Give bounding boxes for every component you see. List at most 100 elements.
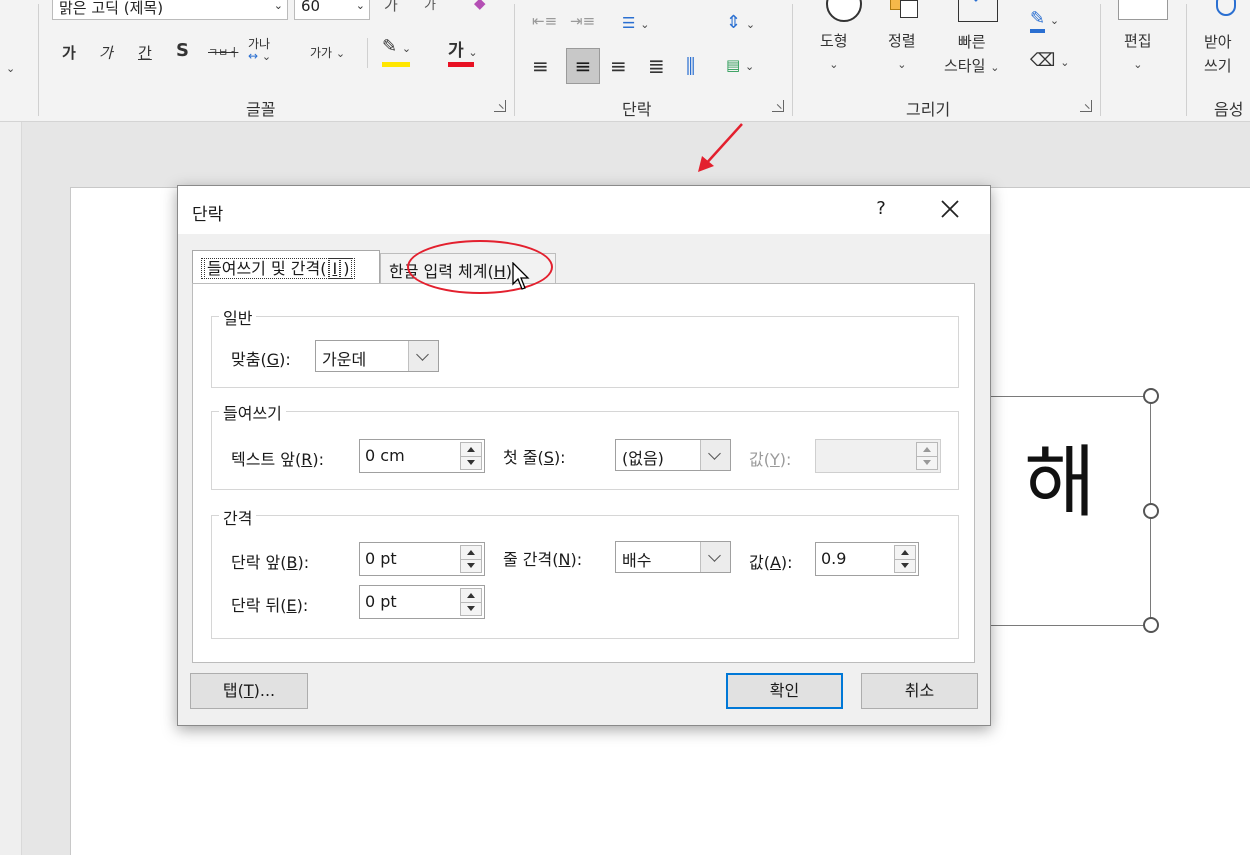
- tab-indents-spacing[interactable]: 들여쓰기 및 간격(I): [192, 250, 380, 284]
- close-icon: [941, 200, 959, 218]
- quick-style-line1: 빠른: [957, 33, 986, 51]
- cancel-button[interactable]: 취소: [861, 673, 978, 709]
- mouse-pointer-icon: [512, 262, 530, 290]
- highlighter-icon: ✎: [382, 36, 398, 57]
- by-spinner[interactable]: [815, 439, 941, 473]
- dictate-button[interactable]: 받아 쓰기: [1204, 30, 1232, 78]
- paragraph-group-label: 단락: [622, 100, 652, 119]
- dialog-title: 단락: [192, 205, 224, 225]
- ribbon-separator: [792, 4, 793, 116]
- first-line-dropdown[interactable]: (없음): [615, 439, 731, 471]
- decrease-indent-button[interactable]: ⇤≡: [532, 12, 557, 30]
- paint-bucket-icon: ✎: [1030, 8, 1046, 33]
- change-case-label: 가가: [310, 46, 333, 60]
- dialog-titlebar[interactable]: 단락 ?: [178, 186, 990, 234]
- font-name-value: 맑은 고딕 (제목): [59, 0, 164, 17]
- help-button[interactable]: ?: [866, 194, 896, 224]
- grow-font-button[interactable]: 가: [384, 0, 398, 15]
- bold-button[interactable]: 가: [62, 42, 76, 63]
- justify-button[interactable]: ≣: [648, 54, 665, 78]
- close-button[interactable]: [930, 192, 970, 226]
- font-name-combo[interactable]: 맑은 고딕 (제목) ⌄: [52, 0, 288, 20]
- tabs-button[interactable]: 탭(T)...: [190, 673, 308, 709]
- general-legend: 일반: [219, 305, 257, 329]
- quick-style-icon: [958, 0, 998, 22]
- paragraph-dialog: 단락 ? 들여쓰기 및 간격(I) 한글 입력 체계(H) 일반 맞춤(G): …: [177, 185, 991, 726]
- resize-handle[interactable]: [1143, 617, 1159, 633]
- before-text-value: 0 cm: [365, 446, 405, 465]
- spacing-before-spinner[interactable]: 0 pt: [359, 542, 485, 576]
- highlight-color-bar: [382, 62, 410, 67]
- align-left-button[interactable]: ≡: [532, 54, 549, 78]
- dictate-line2: 쓰기: [1204, 57, 1232, 75]
- eraser-icon: ⌫: [1030, 50, 1056, 71]
- alignment-value: 가운데: [322, 350, 367, 369]
- spacing-after-label: 단락 뒤(E):: [231, 596, 309, 615]
- annotation-arrow: [698, 123, 743, 172]
- font-dialog-launcher[interactable]: [494, 100, 506, 112]
- dictate-line1: 받아: [1204, 33, 1232, 51]
- ok-button[interactable]: 확인: [726, 673, 843, 709]
- shapes-button[interactable]: 도형 ⌄: [820, 30, 848, 76]
- align-text-button[interactable]: ▤ ⌄: [726, 56, 754, 74]
- spin-arrows-icon[interactable]: [916, 442, 938, 470]
- ribbon-separator: [1186, 4, 1187, 116]
- arrange-icon: [890, 0, 922, 22]
- before-text-spinner[interactable]: 0 cm: [359, 439, 485, 473]
- distributed-button[interactable]: ⫼: [686, 54, 695, 78]
- line-spacing-value: 배수: [622, 551, 652, 570]
- shrink-font-button[interactable]: 가: [424, 0, 436, 13]
- spin-arrows-icon[interactable]: [460, 545, 482, 573]
- clear-format-button[interactable]: ◆: [474, 0, 486, 12]
- shape-outline-button[interactable]: ⌫ ⌄: [1030, 50, 1069, 71]
- strikethrough-button[interactable]: ㅋㅂㅓ: [208, 44, 238, 60]
- first-line-value: (없음): [622, 449, 664, 468]
- ribbon-separator: [1100, 4, 1101, 116]
- char-spacing-button[interactable]: 가나 ↔ ⌄: [248, 38, 271, 63]
- font-color-button[interactable]: 가 ⌄: [448, 36, 478, 67]
- chevron-down-icon: [700, 542, 730, 572]
- spacing-after-spinner[interactable]: 0 pt: [359, 585, 485, 619]
- align-center-button[interactable]: ≡: [566, 48, 600, 84]
- text-direction-button[interactable]: ⇕ ⌄: [726, 12, 755, 33]
- increase-indent-button[interactable]: ⇥≡: [570, 12, 595, 30]
- ribbon-collapse-chevron[interactable]: ⌄: [6, 58, 15, 76]
- spin-arrows-icon[interactable]: [460, 442, 482, 470]
- quick-style-button[interactable]: 빠른 스타일 ⌄: [944, 30, 999, 80]
- arrange-label: 정렬: [888, 32, 916, 50]
- shadow-button[interactable]: S: [176, 40, 189, 61]
- ribbon-separator: [367, 38, 368, 68]
- font-color-bar: [448, 62, 474, 67]
- align-right-button[interactable]: ≡: [610, 54, 627, 78]
- columns-button[interactable]: ☰ ⌄: [622, 14, 649, 32]
- resize-handle[interactable]: [1143, 503, 1159, 519]
- drawing-group-label: 그리기: [906, 100, 951, 119]
- line-spacing-dropdown[interactable]: 배수: [615, 541, 731, 573]
- indentation-legend: 들여쓰기: [219, 400, 286, 424]
- spin-arrows-icon[interactable]: [460, 588, 482, 616]
- edit-button[interactable]: 편집 ⌄: [1124, 30, 1152, 76]
- paragraph-dialog-launcher[interactable]: [772, 100, 784, 112]
- arrange-button[interactable]: 정렬 ⌄: [888, 30, 916, 76]
- textbox-text: 해: [1024, 438, 1096, 528]
- font-size-combo[interactable]: 60 ⌄: [294, 0, 370, 20]
- by-label: 값(Y):: [749, 450, 792, 469]
- drawing-dialog-launcher[interactable]: [1080, 100, 1092, 112]
- line-spacing-label: 줄 간격(N):: [503, 550, 583, 569]
- first-line-label: 첫 줄(S):: [503, 448, 566, 467]
- font-group-label: 글꼴: [246, 100, 276, 119]
- shape-fill-button[interactable]: ✎ ⌄: [1030, 8, 1059, 33]
- line-spacing-at-label: 값(A):: [749, 553, 793, 572]
- edit-icon: [1118, 0, 1168, 20]
- tab-panel: 일반 맞춤(G): 가운데 들여쓰기 텍스트 앞(R): 0 cm 첫 줄(S)…: [192, 283, 975, 663]
- underline-button[interactable]: 간: [138, 42, 152, 63]
- spin-arrows-icon[interactable]: [894, 545, 916, 573]
- shapes-label: 도형: [820, 32, 848, 50]
- italic-button[interactable]: 가: [99, 42, 113, 63]
- change-case-button[interactable]: 가가 ⌄: [310, 44, 345, 61]
- resize-handle[interactable]: [1143, 388, 1159, 404]
- alignment-dropdown[interactable]: 가운데: [315, 340, 439, 372]
- line-spacing-at-spinner[interactable]: 0.9: [815, 542, 919, 576]
- highlight-button[interactable]: ✎ ⌄: [382, 36, 411, 67]
- chevron-down-icon: [700, 440, 730, 470]
